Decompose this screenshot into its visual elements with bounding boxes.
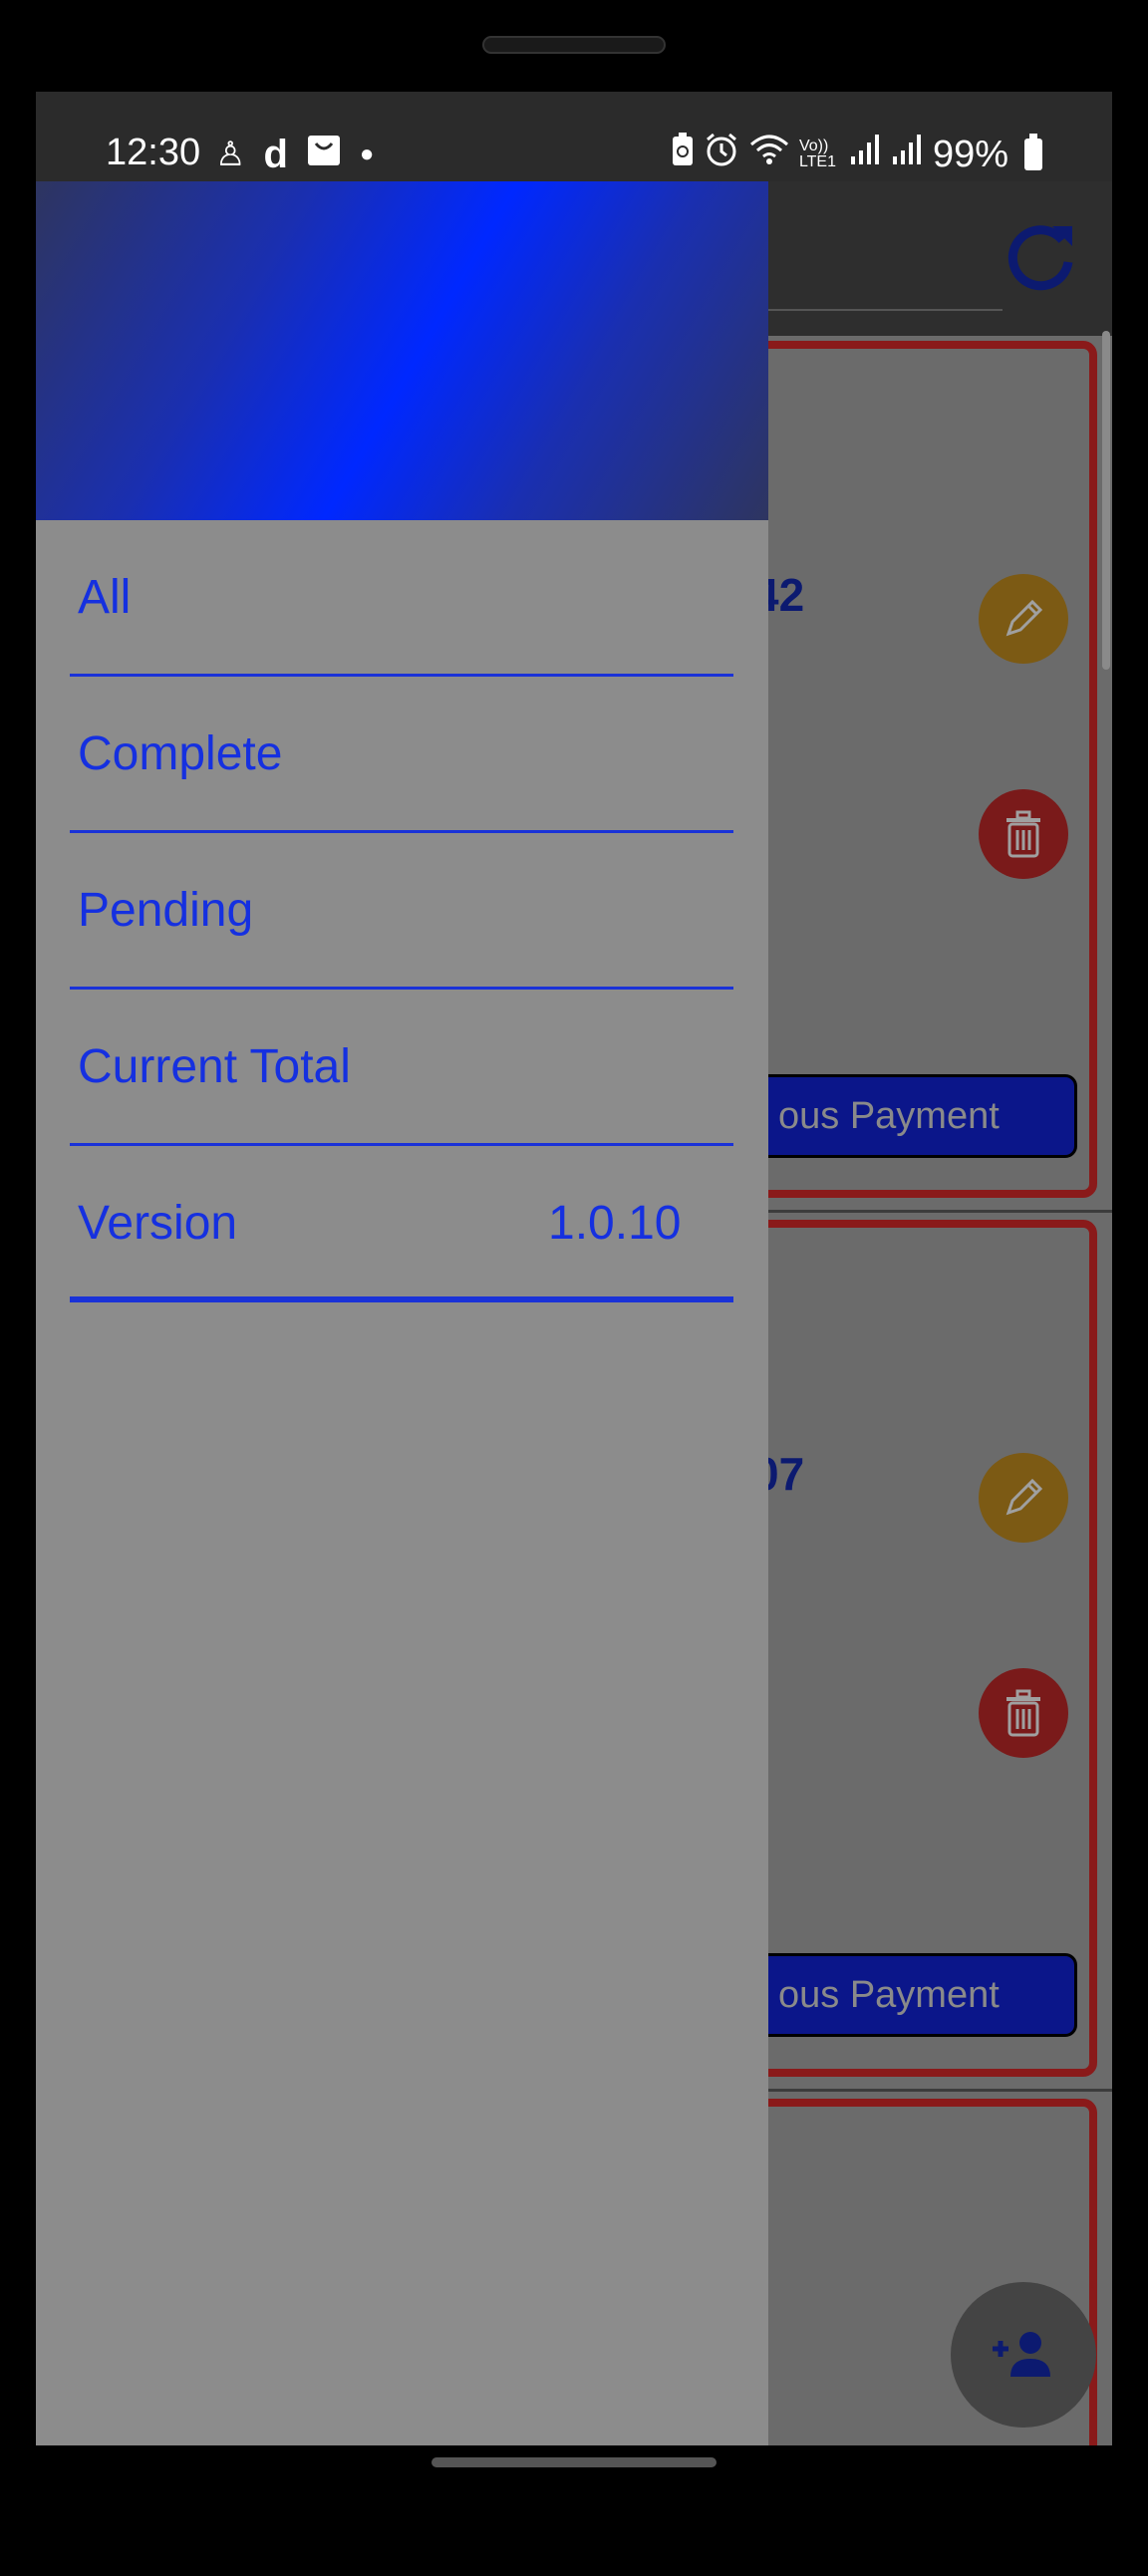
drawer-item-version: Version 1.0.10 xyxy=(70,1146,733,1302)
battery-saver-icon xyxy=(672,133,694,175)
screen: 12:30 ♙ d ● Vo)) LTE1 99% 42 ous Payment… xyxy=(36,92,1112,2445)
payment-card xyxy=(753,1220,1097,2077)
version-value: 1.0.10 xyxy=(548,1197,682,1250)
payment-card xyxy=(753,341,1097,1198)
drawer-item-label: Pending xyxy=(78,884,254,937)
drawer-item-pending[interactable]: Pending xyxy=(70,833,733,990)
card-divider xyxy=(753,2089,1112,2092)
add-person-button[interactable] xyxy=(951,2282,1096,2428)
drawer-item-complete[interactable]: Complete xyxy=(70,677,733,833)
d-app-icon: d xyxy=(263,132,288,176)
phone-frame: 12:30 ♙ d ● Vo)) LTE1 99% 42 ous Payment… xyxy=(0,0,1148,2576)
status-time: 12:30 xyxy=(106,132,201,173)
person-icon: ♙ xyxy=(215,135,246,173)
status-left-icons: ♙ d ● xyxy=(215,132,374,176)
phone-speaker xyxy=(482,36,666,54)
edit-button[interactable] xyxy=(979,574,1068,664)
volte-icon: Vo)) LTE1 xyxy=(798,137,836,170)
gesture-nav-handle[interactable] xyxy=(431,2457,717,2467)
delete-button[interactable] xyxy=(979,1668,1068,1758)
wifi-icon xyxy=(749,133,789,175)
drawer-item-label: Current Total xyxy=(78,1040,351,1093)
delete-button[interactable] xyxy=(979,789,1068,879)
drawer-item-current-total[interactable]: Current Total xyxy=(70,990,733,1146)
signal-icon xyxy=(849,133,881,175)
card-divider xyxy=(753,1210,1112,1213)
previous-payment-button[interactable]: ous Payment xyxy=(753,1953,1077,2037)
drawer-item-label: All xyxy=(78,571,132,624)
dot-icon: ● xyxy=(359,140,375,167)
drawer-item-label: Version xyxy=(78,1197,238,1250)
battery-percent: 99% xyxy=(932,133,1008,175)
drawer-item-label: Complete xyxy=(78,727,283,780)
status-bar: 12:30 ♙ d ● Vo)) LTE1 99% xyxy=(36,92,1112,181)
edit-button[interactable] xyxy=(979,1453,1068,1543)
shopping-bag-icon xyxy=(306,132,342,176)
alarm-icon xyxy=(704,132,739,176)
refresh-icon[interactable] xyxy=(1001,216,1080,296)
scrollbar[interactable] xyxy=(1102,331,1110,670)
drawer-item-all[interactable]: All xyxy=(70,520,733,677)
add-person-icon xyxy=(993,2332,1050,2377)
navigation-drawer: All Complete Pending Current Total Versi… xyxy=(36,181,768,2445)
battery-icon xyxy=(1024,133,1042,170)
previous-payment-button[interactable]: ous Payment xyxy=(753,1074,1077,1158)
signal-icon xyxy=(891,133,923,175)
status-right-icons: Vo)) LTE1 99% xyxy=(672,132,1042,176)
search-underline xyxy=(733,309,1003,311)
drawer-header xyxy=(36,181,768,520)
